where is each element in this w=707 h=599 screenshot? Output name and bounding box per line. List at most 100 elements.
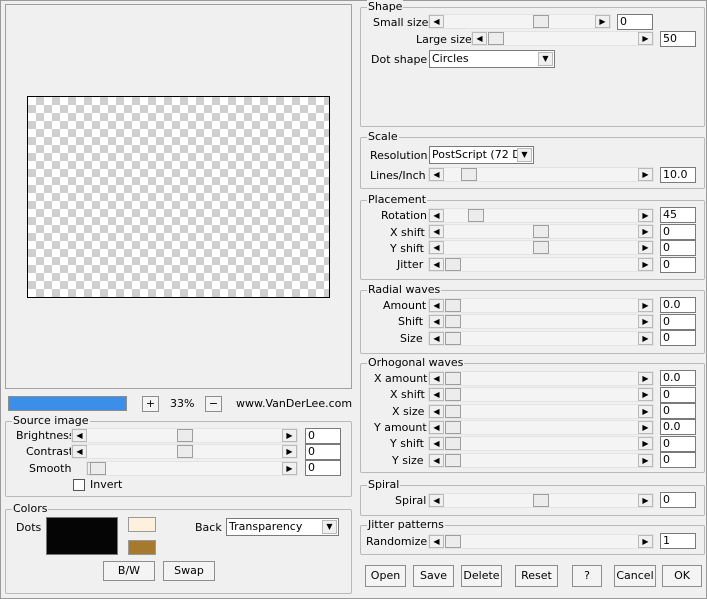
contrast-slider[interactable]: ◀ ▶ [71, 444, 298, 459]
cancel-button[interactable]: Cancel [614, 565, 656, 587]
smooth-input[interactable]: 0 [305, 460, 341, 476]
dropdown-arrow-icon[interactable]: ▼ [517, 148, 532, 162]
arrow-right-icon[interactable]: ▶ [638, 437, 653, 450]
jitter-input[interactable]: 0 [660, 257, 696, 273]
y-amount-input[interactable]: 0.0 [660, 419, 696, 435]
arrow-left-icon[interactable]: ◀ [472, 32, 487, 45]
x-amount-input[interactable]: 0.0 [660, 370, 696, 386]
shift-input[interactable]: 0 [660, 314, 696, 330]
y-size-input[interactable]: 0 [660, 452, 696, 468]
amount-input[interactable]: 0.0 [660, 297, 696, 313]
slider-thumb[interactable] [533, 241, 549, 254]
large-size-input[interactable]: 50 [660, 31, 696, 47]
slider-thumb[interactable] [445, 405, 461, 418]
randomizer-slider[interactable]: ◀ ▶ [428, 534, 654, 549]
small-size-input[interactable]: 0 [617, 14, 653, 30]
slider-thumb[interactable] [445, 258, 461, 271]
ortho-x-shift-input[interactable]: 0 [660, 387, 696, 403]
smooth-slider[interactable]: ◀ ▶ [86, 461, 298, 476]
save-button[interactable]: Save [413, 565, 454, 587]
ortho-x-shift-slider[interactable]: ◀ ▶ [428, 387, 654, 402]
arrow-left-icon[interactable]: ◀ [429, 315, 444, 328]
arrow-left-icon[interactable]: ◀ [72, 429, 87, 442]
arrow-left-icon[interactable]: ◀ [429, 535, 444, 548]
arrow-right-icon[interactable]: ▶ [638, 209, 653, 222]
slider-thumb[interactable] [445, 388, 461, 401]
spiral-input[interactable]: 0 [660, 492, 696, 508]
arrow-right-icon[interactable]: ▶ [282, 462, 297, 475]
arrow-right-icon[interactable]: ▶ [638, 168, 653, 181]
x-size-slider[interactable]: ◀ ▶ [428, 404, 654, 419]
shift-slider[interactable]: ◀ ▶ [428, 314, 654, 329]
arrow-right-icon[interactable]: ▶ [282, 445, 297, 458]
slider-thumb[interactable] [533, 225, 549, 238]
slider-thumb[interactable] [90, 462, 106, 475]
ortho-y-shift-slider[interactable]: ◀ ▶ [428, 436, 654, 451]
arrow-left-icon[interactable]: ◀ [429, 168, 444, 181]
arrow-right-icon[interactable]: ▶ [638, 454, 653, 467]
large-size-slider[interactable]: ◀ ▶ [471, 31, 654, 46]
x-shift-input[interactable]: 0 [660, 224, 696, 240]
arrow-right-icon[interactable]: ▶ [638, 332, 653, 345]
reset-button[interactable]: Reset [515, 565, 558, 587]
dot-shape-select[interactable]: Circles ▼ [429, 50, 555, 68]
slider-thumb[interactable] [468, 209, 484, 222]
dots-color-swatch[interactable] [46, 517, 118, 555]
arrow-right-icon[interactable]: ▶ [638, 535, 653, 548]
slider-thumb[interactable] [533, 15, 549, 28]
arrow-left-icon[interactable]: ◀ [429, 241, 444, 254]
arrow-left-icon[interactable]: ◀ [429, 405, 444, 418]
arrow-right-icon[interactable]: ▶ [638, 405, 653, 418]
arrow-right-icon[interactable]: ▶ [638, 372, 653, 385]
resolution-select[interactable]: PostScript (72 DP ▼ [429, 146, 534, 164]
invert-checkbox[interactable] [73, 479, 85, 491]
slider-thumb[interactable] [177, 445, 193, 458]
y-size-slider[interactable]: ◀ ▶ [428, 453, 654, 468]
arrow-right-icon[interactable]: ▶ [638, 32, 653, 45]
x-size-input[interactable]: 0 [660, 403, 696, 419]
zoom-out-button[interactable]: − [205, 396, 222, 412]
slider-thumb[interactable] [445, 454, 461, 467]
arrow-left-icon[interactable]: ◀ [429, 15, 444, 28]
arrow-right-icon[interactable]: ▶ [638, 315, 653, 328]
arrow-left-icon[interactable]: ◀ [429, 437, 444, 450]
slider-thumb[interactable] [177, 429, 193, 442]
slider-thumb[interactable] [445, 332, 461, 345]
slider-thumb[interactable] [445, 299, 461, 312]
slider-thumb[interactable] [533, 494, 549, 507]
arrow-left-icon[interactable]: ◀ [429, 388, 444, 401]
arrow-left-icon[interactable]: ◀ [429, 225, 444, 238]
preview-image[interactable] [27, 96, 330, 298]
arrow-left-icon[interactable]: ◀ [429, 258, 444, 271]
dropdown-arrow-icon[interactable]: ▼ [322, 520, 337, 534]
brightness-input[interactable]: 0 [305, 428, 341, 444]
zoom-in-button[interactable]: + [142, 396, 159, 412]
arrow-right-icon[interactable]: ▶ [638, 421, 653, 434]
x-shift-slider[interactable]: ◀ ▶ [428, 224, 654, 239]
x-amount-slider[interactable]: ◀ ▶ [428, 371, 654, 386]
arrow-left-icon[interactable]: ◀ [429, 454, 444, 467]
ok-button[interactable]: OK [662, 565, 702, 587]
small-size-slider[interactable]: ◀ ▶ [428, 14, 611, 29]
arrow-right-icon[interactable]: ▶ [595, 15, 610, 28]
contrast-input[interactable]: 0 [305, 444, 341, 460]
swap-button[interactable]: Swap [163, 561, 215, 581]
y-shift-input[interactable]: 0 [660, 240, 696, 256]
arrow-left-icon[interactable]: ◀ [429, 421, 444, 434]
arrow-right-icon[interactable]: ▶ [638, 388, 653, 401]
slider-thumb[interactable] [445, 372, 461, 385]
lines-inch-slider[interactable]: ◀ ▶ [428, 167, 654, 182]
arrow-right-icon[interactable]: ▶ [638, 494, 653, 507]
brightness-slider[interactable]: ◀ ▶ [71, 428, 298, 443]
dropdown-arrow-icon[interactable]: ▼ [538, 52, 553, 66]
spiral-slider[interactable]: ◀ ▶ [428, 493, 654, 508]
arrow-right-icon[interactable]: ▶ [638, 225, 653, 238]
slider-thumb[interactable] [461, 168, 477, 181]
amount-slider[interactable]: ◀ ▶ [428, 298, 654, 313]
back-select[interactable]: Transparency ▼ [226, 518, 339, 536]
randomizer-input[interactable]: 1 [660, 533, 696, 549]
y-shift-slider[interactable]: ◀ ▶ [428, 240, 654, 255]
size-input[interactable]: 0 [660, 330, 696, 346]
arrow-right-icon[interactable]: ▶ [638, 299, 653, 312]
arrow-right-icon[interactable]: ▶ [638, 241, 653, 254]
